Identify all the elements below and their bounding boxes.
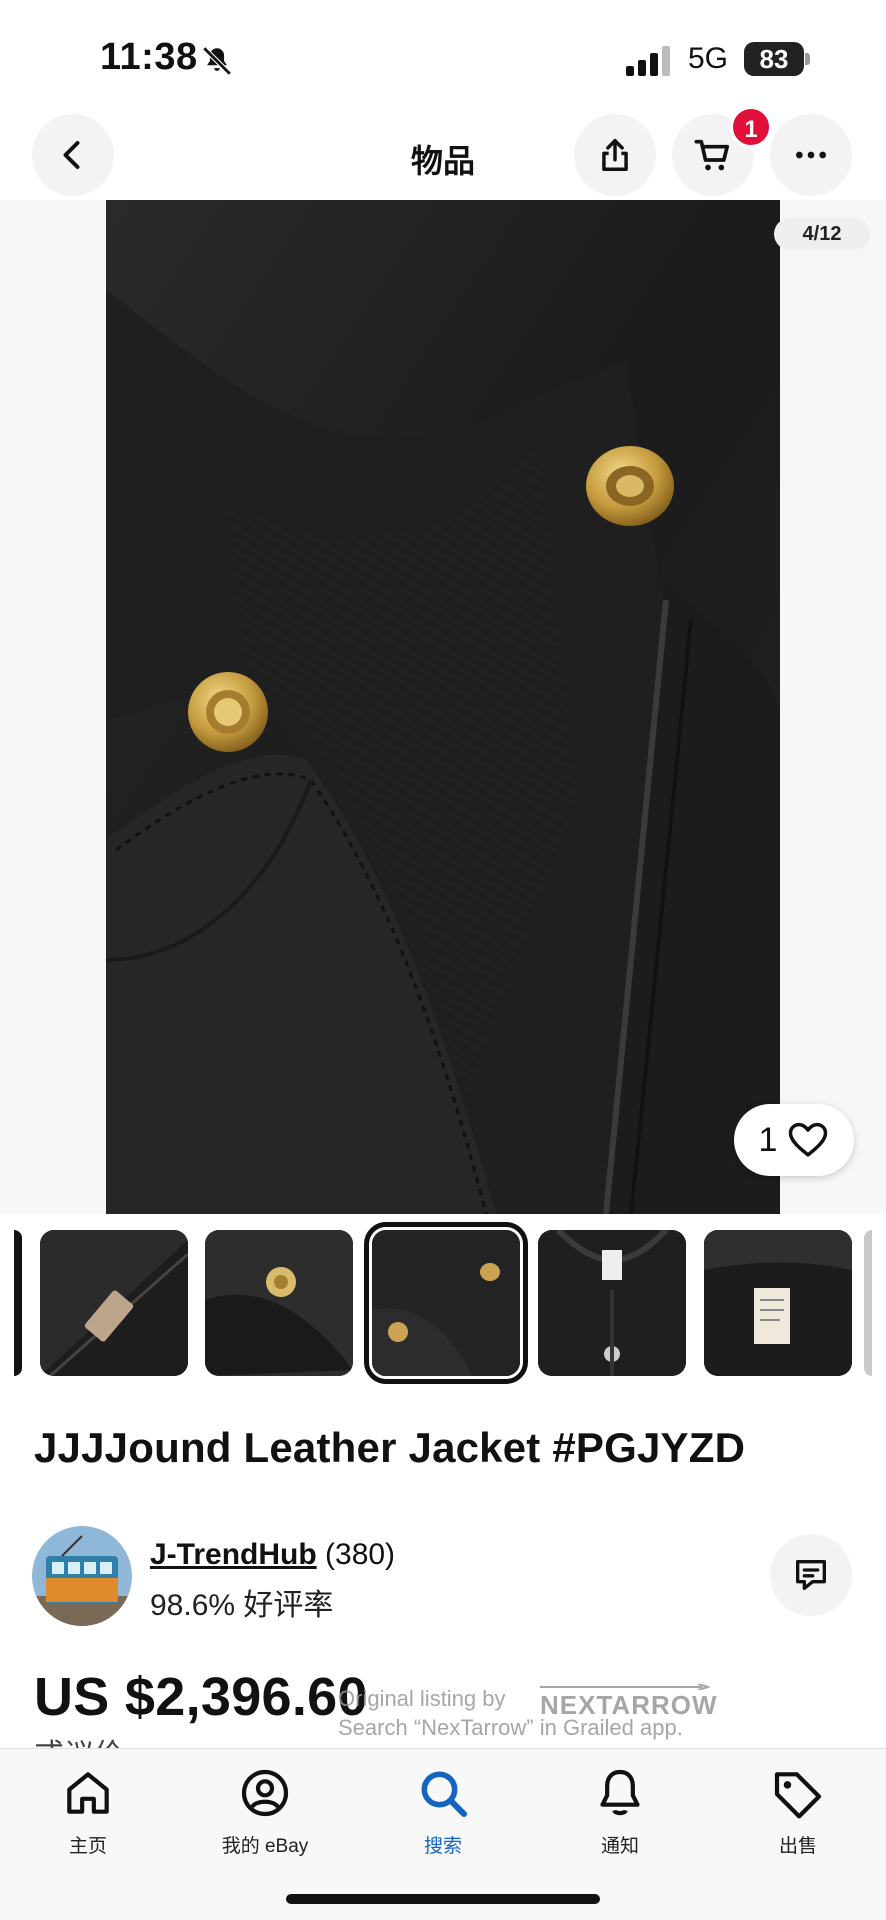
cart-icon xyxy=(694,139,729,171)
tab-my-ebay[interactable]: 我的 eBay xyxy=(195,1765,335,1858)
more-icon xyxy=(796,151,826,159)
thumbnail-4[interactable] xyxy=(538,1230,686,1376)
thumbnail-partial-right[interactable] xyxy=(864,1230,872,1376)
home-icon xyxy=(67,1772,109,1814)
like-button[interactable]: 1 xyxy=(734,1104,854,1176)
thumbnail-strip[interactable] xyxy=(0,1214,886,1388)
status-bar: 11:38 5G 83 xyxy=(0,0,886,110)
cart-badge: 1 xyxy=(730,106,772,148)
price: US $2,396.60 xyxy=(34,1667,368,1727)
tab-search[interactable]: 搜索 xyxy=(373,1765,513,1858)
share-icon xyxy=(602,139,628,171)
seller-feedback-count: (380) xyxy=(325,1538,396,1571)
signal-icon xyxy=(626,46,670,76)
search-icon xyxy=(421,1771,468,1818)
status-time: 11:38 xyxy=(100,36,198,78)
more-button[interactable] xyxy=(770,114,852,196)
battery-level: 83 xyxy=(744,42,804,76)
network-type: 5G xyxy=(688,42,729,75)
user-icon xyxy=(241,1769,289,1817)
watermark-brand: NEXTARROW xyxy=(540,1690,718,1720)
seller-avatar[interactable] xyxy=(32,1526,132,1626)
battery-icon: 83 xyxy=(744,42,810,76)
tab-notifications-label: 通知 xyxy=(600,1836,639,1857)
snap-button-upper xyxy=(586,446,674,526)
thumbnail-1[interactable] xyxy=(40,1230,188,1376)
home-indicator xyxy=(286,1894,600,1904)
share-button[interactable] xyxy=(574,114,656,196)
thumbnail-3-selected[interactable] xyxy=(364,1222,528,1384)
seller-name-row[interactable]: J-TrendHub (380) xyxy=(150,1538,395,1572)
image-counter: 4/12 xyxy=(774,218,870,250)
bell-icon xyxy=(600,1769,640,1816)
heart-icon xyxy=(789,1122,828,1157)
chat-icon xyxy=(796,1560,826,1590)
tab-home-label: 主页 xyxy=(68,1836,107,1857)
product-photo[interactable] xyxy=(106,200,780,1214)
tab-notifications[interactable]: 通知 xyxy=(550,1765,690,1858)
bell-slash-icon xyxy=(202,46,232,76)
tab-sell[interactable]: 出售 xyxy=(728,1765,868,1858)
seller-name-link[interactable]: J-TrendHub xyxy=(150,1538,317,1571)
snap-button-lower xyxy=(188,672,268,752)
item-title: JJJJound Leather Jacket #PGJYZD xyxy=(34,1424,746,1471)
thumbnail-2[interactable] xyxy=(205,1230,353,1376)
best-offer-label: 或议价 xyxy=(34,1730,124,1748)
tab-home[interactable]: 主页 xyxy=(18,1765,158,1858)
like-count: 1 xyxy=(758,1120,778,1159)
image-gallery[interactable]: 4/12 1 xyxy=(0,200,886,1214)
tab-my-ebay-label: 我的 eBay xyxy=(221,1836,309,1857)
tag-icon xyxy=(774,1772,822,1819)
thumbnail-5[interactable] xyxy=(704,1230,852,1376)
tab-sell-label: 出售 xyxy=(778,1836,817,1857)
thumbnail-partial-left[interactable] xyxy=(14,1230,22,1376)
tab-search-label: 搜索 xyxy=(423,1836,462,1857)
seller-rating: 98.6% 好评率 xyxy=(150,1589,334,1622)
message-seller-button[interactable] xyxy=(770,1534,852,1616)
